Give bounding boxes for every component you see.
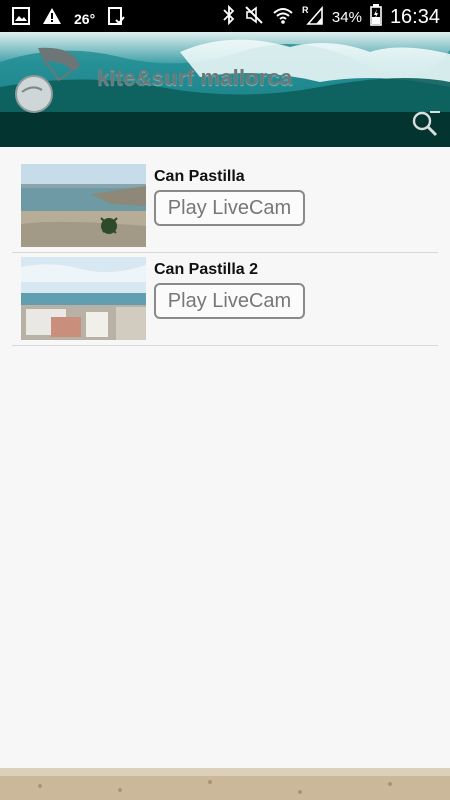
temperature-text: 26° xyxy=(74,10,96,27)
webcam-thumbnail[interactable] xyxy=(21,257,146,340)
webcam-title: Can Pastilla 2 xyxy=(154,261,259,278)
app-logo xyxy=(15,47,80,113)
webcam-thumbnail[interactable] xyxy=(21,164,146,247)
status-bar-right: R 34% 16:34 xyxy=(222,4,440,31)
webcam-title: Can Pastilla xyxy=(154,168,245,185)
signal-icon: R xyxy=(302,4,324,31)
app-header: kite&surf mallorca xyxy=(0,32,450,147)
sand-footer-image xyxy=(0,768,450,800)
search-button[interactable] xyxy=(410,106,444,140)
battery-icon xyxy=(370,4,382,31)
list-item[interactable]: Can Pastilla Play LiveCam xyxy=(12,160,438,253)
status-bar: 26° R 34% 16:34 xyxy=(0,0,450,32)
search-icon xyxy=(412,111,440,137)
list-item[interactable]: Can Pastilla 2 Play LiveCam xyxy=(12,253,438,346)
webcam-list: Can Pastilla Play LiveCam Can Pastilla 2… xyxy=(12,160,438,346)
mute-icon xyxy=(244,5,264,30)
bluetooth-icon xyxy=(222,4,236,30)
clock-time: 16:34 xyxy=(389,6,440,28)
clipboard-check-icon xyxy=(107,6,125,31)
brand-title: kite&surf mallorca xyxy=(97,65,293,90)
image-icon xyxy=(12,7,30,30)
svg-text:R: R xyxy=(302,5,309,15)
status-bar-left: 26° xyxy=(12,6,125,31)
play-livecam-button[interactable]: Play LiveCam xyxy=(154,283,305,319)
warning-icon xyxy=(42,7,62,30)
wifi-icon xyxy=(272,5,294,30)
play-livecam-button[interactable]: Play LiveCam xyxy=(154,190,305,226)
battery-percentage: 34% xyxy=(331,9,362,26)
